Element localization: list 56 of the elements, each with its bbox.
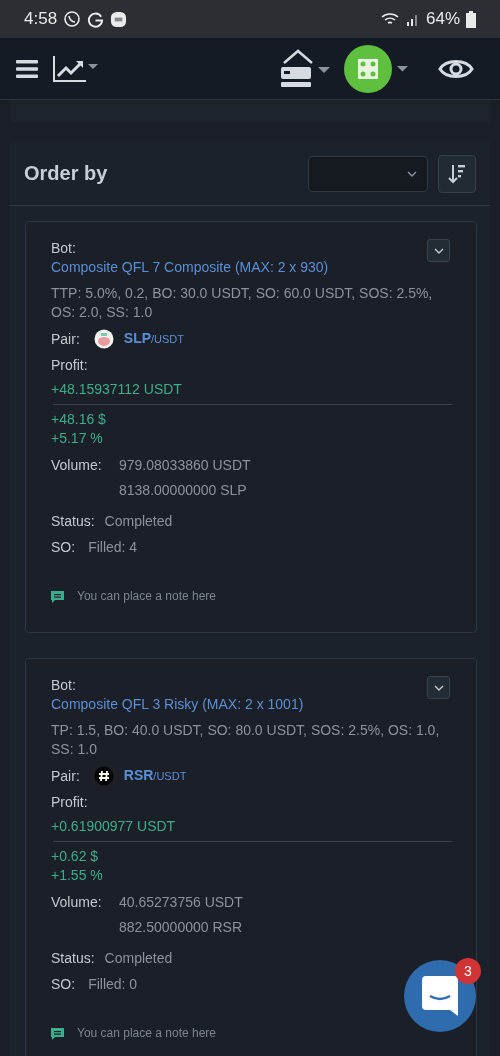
pair-link[interactable]: SLP/USDT [123,329,185,349]
chevron-down-icon [433,684,444,691]
bot-label: Bot: [51,677,76,693]
so-value: Filled: 0 [88,975,138,994]
profit-usd: +0.62 $ [51,847,100,866]
volume-value: 40.65273756 USDT [119,893,244,912]
profit-percent: +5.17 % [51,429,104,448]
coin-icon [93,329,114,349]
expand-button[interactable] [427,676,450,699]
so-label: SO: [51,538,76,557]
menu-icon[interactable] [16,58,38,79]
volume-value: 8138.00000000 SLP [119,481,248,500]
comment-icon [51,1027,64,1040]
clock-time: 4:58 [24,9,58,29]
volume-label: Volume: [51,893,103,912]
bot-name-link[interactable]: Composite QFL 3 Risky (MAX: 2 x 1001) [51,696,304,712]
chevron-down-icon [433,247,444,254]
profit-label: Profit: [51,793,89,812]
status-value: Completed [104,512,173,531]
status-label: Status: [51,512,95,531]
so-value: Filled: 4 [88,538,138,557]
g-letter-icon [87,10,105,28]
pair-label: Pair: [51,329,80,349]
battery-level: 64% [425,9,460,29]
so-label: SO: [51,975,76,994]
order-by-title: Order by [24,162,109,185]
pair-link[interactable]: RSR/USDT [123,766,187,786]
bot-label: Bot: [51,240,76,256]
volume-value: 979.08033860 USDT [119,456,252,475]
expand-button[interactable] [427,239,450,262]
profit-percent: +1.55 % [51,866,104,885]
cards-dropdown-icon[interactable] [278,48,332,89]
battery-icon [466,10,476,28]
avatar-dropdown-icon[interactable] [344,43,410,94]
volume-label: Volume: [51,456,103,475]
sort-descending-icon [448,163,466,184]
profit-usd: +48.16 $ [51,410,107,429]
bot-settings-text: TP: 1.5, BO: 40.0 USDT, SO: 80.0 USDT, SOS: 2.5%, OS: 1.0, SS: 1.0 [51,721,441,759]
wifi-icon [379,11,400,27]
profit-label: Profit: [51,356,89,375]
pay-icon [110,10,128,28]
hash-coin-icon [93,766,114,786]
sort-button[interactable] [438,154,476,193]
status-label: Status: [51,949,95,968]
profit-value: +48.15937112 USDT [51,380,183,399]
volume-value: 882.50000000 RSR [119,918,243,937]
chart-dropdown-icon[interactable] [52,55,100,82]
bot-settings-text: TTP: 5.0%, 0.2, BO: 30.0 USDT, SO: 60.0 USDT, SOS: 2.5%, OS: 2.0, SS: 1.0 [51,284,434,322]
pair-label: Pair: [51,766,80,786]
comment-icon [51,590,64,603]
chevron-down-icon [407,170,417,177]
status-value: Completed [104,949,173,968]
bot-name-link[interactable]: Composite QFL 7 Composite (MAX: 2 x 930) [51,259,329,275]
note-link[interactable]: You can place a note here [77,587,216,606]
note-link[interactable]: You can place a note here [77,1024,216,1043]
profit-value: +0.61900977 USDT [51,817,177,836]
